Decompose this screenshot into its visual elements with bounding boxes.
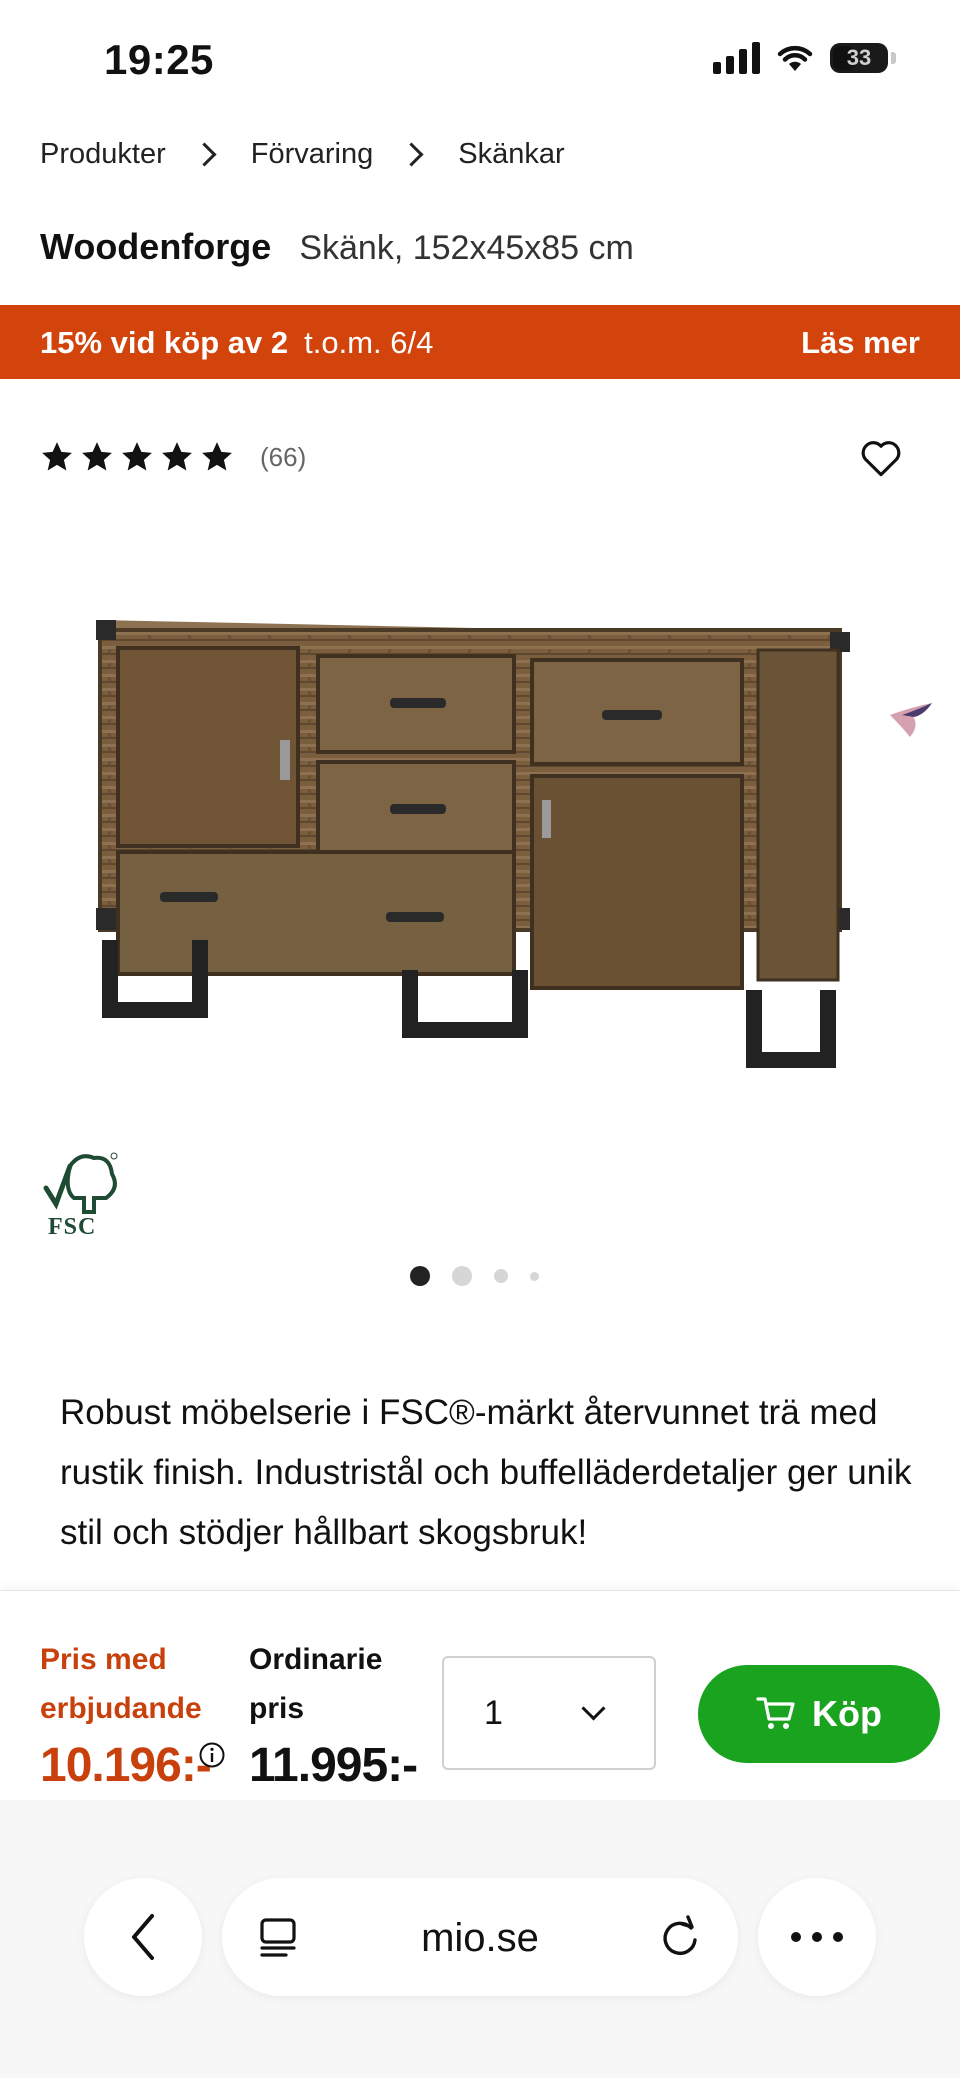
back-button[interactable] [84, 1878, 202, 1996]
regular-price: 11.995:- [249, 1739, 418, 1792]
chevron-right-icon [399, 142, 424, 167]
product-description: Robust möbelserie i FSC®-märkt återvunne… [60, 1393, 912, 1552]
quantity-select[interactable]: 1 [442, 1656, 656, 1770]
breadcrumb-forvaring[interactable]: Förvaring [251, 138, 374, 171]
carousel-dot[interactable] [530, 1271, 539, 1281]
breadcrumb: Produkter Förvaring Skänkar [40, 138, 565, 171]
info-icon[interactable] [198, 1741, 226, 1769]
star-icon [122, 442, 152, 471]
heart-icon[interactable] [860, 438, 902, 478]
promo-read-more-link[interactable]: Läs mer [801, 325, 920, 361]
signal-icon [713, 42, 760, 74]
chevron-left-icon [132, 1914, 154, 1960]
star-icon [202, 442, 232, 471]
regular-price-label: Ordinarie pris [249, 1643, 383, 1725]
star-icon [162, 442, 192, 471]
product-brand[interactable]: Woodenforge [40, 226, 271, 267]
wifi-icon [777, 45, 813, 71]
reload-icon[interactable] [658, 1914, 702, 1960]
status-icons: 33 [713, 42, 896, 74]
review-count: (66) [260, 441, 307, 472]
chevron-down-icon [581, 1696, 606, 1721]
carousel-dot[interactable] [452, 1266, 472, 1286]
product-image[interactable] [90, 590, 860, 1100]
fsc-label: FSC [48, 1214, 97, 1240]
breadcrumb-skankar[interactable]: Skänkar [458, 138, 564, 171]
breadcrumb-produkter[interactable]: Produkter [40, 138, 166, 171]
battery-level: 33 [846, 45, 872, 70]
chevron-right-icon [192, 142, 217, 167]
battery-icon: 33 [830, 43, 888, 73]
carousel-dot[interactable] [410, 1266, 430, 1286]
promo-offer: 15% vid köp av 2 [40, 325, 289, 360]
buy-button-label: Köp [812, 1693, 882, 1734]
promo-banner: 15% vid köp av 2 t.o.m. 6/4 Läs mer [0, 305, 960, 379]
offer-price: 10.196:- [40, 1739, 212, 1792]
status-time: 19:25 [104, 36, 214, 83]
carousel-dots [410, 1266, 539, 1286]
more-button[interactable] [758, 1878, 876, 1996]
url-bar[interactable]: mio.se [222, 1878, 738, 1996]
buy-button[interactable]: Köp [698, 1665, 940, 1763]
rating[interactable]: (66) [40, 440, 306, 474]
star-icon [82, 442, 112, 471]
hummingbird-icon[interactable] [882, 685, 942, 745]
quantity-value: 1 [484, 1694, 503, 1732]
offer-price-label: Pris med erbjudande [40, 1643, 202, 1725]
carousel-dot[interactable] [494, 1269, 508, 1283]
product-name: Skänk, 152x45x85 cm [299, 229, 634, 267]
product-title: Woodenforge Skänk, 152x45x85 cm [40, 226, 634, 268]
cart-icon [756, 1697, 795, 1729]
more-icon [791, 1932, 843, 1942]
star-icon [42, 442, 72, 471]
promo-until: t.o.m. 6/4 [304, 325, 434, 360]
